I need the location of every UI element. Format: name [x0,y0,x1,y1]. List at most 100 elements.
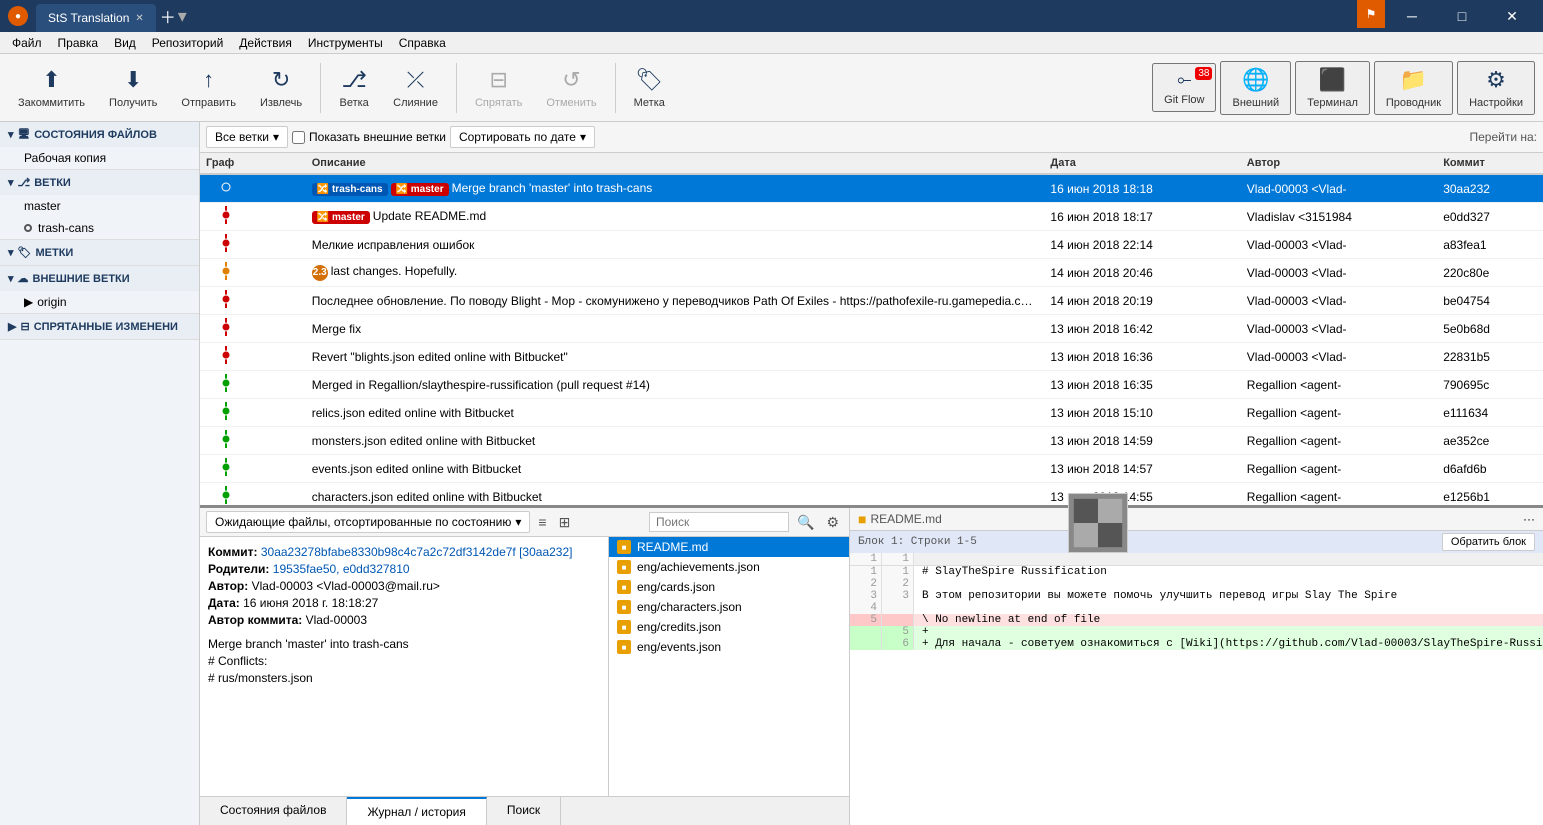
fetch-button[interactable]: ↻ Извлечь [250,63,312,113]
table-row[interactable]: relics.json edited online with Bitbucket… [200,399,1543,427]
tree-view-button[interactable]: ⊞ [555,512,575,533]
trash-cans-label: trash-cans [38,221,94,235]
sidebar-remotes-header[interactable]: ▾ ☁ ВНЕШНИЕ ВЕТКИ [0,266,199,291]
main-layout: ▾ 🖥 СОСТОЯНИЯ ФАЙЛОВ Рабочая копия ▾ ⎇ В… [0,122,1543,825]
all-branches-dropdown[interactable]: Все ветки ▾ [206,126,288,148]
diff-block-label: Блок 1: Строки 1-5 [858,536,977,548]
table-row[interactable]: Мелкие исправления ошибок14 июн 2018 22:… [200,231,1543,259]
commit-description: monsters.json edited online with Bitbuck… [312,434,535,448]
stash-icon: ⊟ [489,67,507,93]
sidebar-item-origin[interactable]: ▶ origin [0,291,199,313]
external-button[interactable]: 🌐 Внешний [1220,61,1291,115]
list-item[interactable]: ■ eng/events.json [609,637,849,657]
table-row[interactable]: characters.json edited online with Bitbu… [200,483,1543,506]
external-icon: 🌐 [1242,67,1269,93]
list-item[interactable]: ■ eng/credits.json [609,617,849,637]
branch-button[interactable]: ⎇ Ветка [329,63,379,113]
revert-block-button[interactable]: Обратить блок [1442,533,1535,551]
maximize-button[interactable]: □ [1439,0,1485,32]
search-input[interactable] [649,512,789,532]
col-header-graph: Граф [200,153,306,174]
gitflow-button[interactable]: ⟜ 38 Git Flow [1152,63,1216,112]
tag-icon: 🏷 [635,67,663,93]
new-line-num [882,614,914,626]
pending-files-dropdown[interactable]: Ожидающие файлы, отсортированные по сост… [206,511,530,533]
table-row[interactable]: 🔀 masterUpdate README.md16 июн 2018 18:1… [200,203,1543,231]
close-tab-button[interactable]: ✕ [135,13,143,24]
menu-help[interactable]: Справка [391,34,454,52]
date-cell: 16 июн 2018 18:17 [1044,203,1240,231]
sidebar-item-working-copy[interactable]: Рабочая копия [0,147,199,169]
tab-log-history[interactable]: Журнал / история [347,797,486,825]
date-cell: 13 июн 2018 14:57 [1044,455,1240,483]
commit-label: Закоммитить [18,97,85,109]
minimize-button[interactable]: ─ [1389,0,1435,32]
tab-dropdown-icon[interactable]: ▾ [178,6,187,27]
settings-button[interactable]: ⚙ Настройки [1457,61,1535,115]
master-label: master [24,199,61,213]
close-window-button[interactable]: ✕ [1489,0,1535,32]
discard-button[interactable]: ↺ Отменить [536,63,606,113]
tab-search[interactable]: Поиск [487,797,561,825]
file-icon: ■ [617,540,631,554]
sort-dropdown[interactable]: Сортировать по дате ▾ [450,126,595,148]
file-icon: ■ [617,580,631,594]
menu-repo[interactable]: Репозиторий [144,34,232,52]
author-cell: Vladislav <3151984 [1241,203,1437,231]
description-cell: 🔀 masterUpdate README.md [306,203,1045,231]
sidebar-tags-label: МЕТКИ [36,247,74,259]
list-item[interactable]: ■ eng/achievements.json [609,557,849,577]
sidebar-item-master[interactable]: master [0,195,199,217]
menu-tools[interactable]: Инструменты [300,34,391,52]
table-row[interactable]: 🔀 trash-cans🔀 masterMerge branch 'master… [200,174,1543,203]
menu-file[interactable]: Файл [4,34,50,52]
author-cell: Regallion <agent- [1241,399,1437,427]
stash-button[interactable]: ⊟ Спрятать [465,63,532,113]
sidebar-branches-header[interactable]: ▾ ⎇ ВЕТКИ [0,170,199,195]
list-view-button[interactable]: ≡ [534,512,550,532]
table-row[interactable]: monsters.json edited online with Bitbuck… [200,427,1543,455]
menu-view[interactable]: Вид [106,34,144,52]
toolbar-separator-3 [615,63,616,113]
merge-button[interactable]: ⤫ Слияние [383,63,448,113]
tag-button[interactable]: 🏷 Метка [624,63,675,113]
tab-file-states[interactable]: Состояния файлов [200,797,347,825]
show-remotes-checkbox[interactable] [292,131,305,144]
new-tab-button[interactable]: ＋ [160,4,176,28]
table-row[interactable]: Merged in Regallion/slaythespire-russifi… [200,371,1543,399]
diff-options-icon[interactable]: ··· [1523,512,1535,526]
file-name: eng/characters.json [637,600,742,614]
list-item[interactable]: ■ eng/characters.json [609,597,849,617]
commit-description: last changes. Hopefully. [331,264,458,278]
sidebar-tags-header[interactable]: ▾ 🏷 МЕТКИ [0,240,199,265]
menu-actions[interactable]: Действия [231,34,300,52]
list-item[interactable]: ■ eng/cards.json [609,577,849,597]
table-row[interactable]: Revert "blights.json edited online with … [200,343,1543,371]
table-row[interactable]: 2.3last changes. Hopefully.14 июн 2018 2… [200,259,1543,287]
commit-button[interactable]: ⬆ Закоммитить [8,63,95,113]
sidebar-file-states-header[interactable]: ▾ 🖥 СОСТОЯНИЯ ФАЙЛОВ [0,122,199,147]
commit-cell: ae352ce [1437,427,1543,455]
search-settings-button[interactable]: ⚙ [822,512,843,533]
toolbar-separator-1 [320,63,321,113]
table-row[interactable]: Merge fix13 июн 2018 16:42Vlad-00003 <Vl… [200,315,1543,343]
commit-cell: 30aa232 [1437,174,1543,203]
pull-button[interactable]: ⬇ Получить [99,63,167,113]
push-button[interactable]: ↑ Отправить [171,63,246,113]
diff-lines-container: 1 1 1 1 # SlayTheSpire Russification 2 2… [850,553,1543,650]
commit-hash-value: 30aa23278bfabe8330b98c4c7a2c72df3142de7f… [261,545,573,559]
list-item[interactable]: ■ README.md [609,537,849,557]
date-cell: 13 июн 2018 16:36 [1044,343,1240,371]
search-button[interactable]: 🔍 [793,512,818,533]
tab-sts-translation[interactable]: StS Translation ✕ [36,4,156,32]
sidebar-stash-header[interactable]: ▶ ⊟ СПРЯТАННЫЕ ИЗМЕНЕНИ [0,314,199,339]
line-code [914,578,1543,590]
table-row[interactable]: events.json edited online with Bitbucket… [200,455,1543,483]
show-remotes-checkbox-label[interactable]: Показать внешние ветки [292,130,446,144]
terminal-button[interactable]: ⬛ Терминал [1295,61,1370,115]
menu-edit[interactable]: Правка [50,34,107,52]
author-cell: Regallion <agent- [1241,427,1437,455]
table-row[interactable]: Последнее обновление. По поводу Blight -… [200,287,1543,315]
sidebar-item-trash-cans[interactable]: trash-cans [0,217,199,239]
explorer-button[interactable]: 📁 Проводник [1374,61,1453,115]
